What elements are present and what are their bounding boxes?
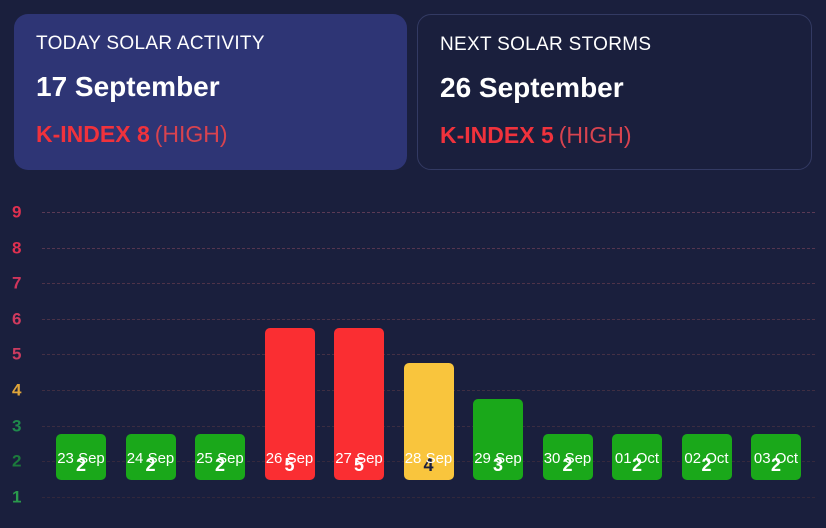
x-axis-tick-label: 28 Sep xyxy=(404,450,453,467)
x-axis-tick-label: 24 Sep xyxy=(126,450,175,467)
y-axis-tick-label: 8 xyxy=(12,238,22,258)
card-date: 26 September xyxy=(440,72,624,103)
card-title: TODAY SOLAR ACTIVITY xyxy=(36,33,265,54)
y-axis-tick-label: 9 xyxy=(12,202,22,222)
y-axis-tick-label: 3 xyxy=(12,416,22,436)
y-axis-tick-label: 7 xyxy=(12,273,22,293)
summary-cards-row: TODAY SOLAR ACTIVITY 17 September K-INDE… xyxy=(0,0,826,170)
kindex-bar-chart: 9 8 7 6 5 4 3 2 1 2 23 Sep 2 24 Sep 2 25 Sep 5 26 Sep 5 2… xyxy=(0,170,826,528)
x-axis-tick-label: 23 Sep xyxy=(57,450,105,467)
card-kindex-value: K-INDEX 8 xyxy=(36,121,150,147)
card-kindex-line: K-INDEX 8 (HIGH) xyxy=(36,123,385,146)
card-date: 17 September xyxy=(36,71,220,102)
x-axis-tick-label: 03 Oct xyxy=(753,450,799,467)
x-axis-tick-label: 30 Sep xyxy=(543,450,592,467)
card-title: NEXT SOLAR STORMS xyxy=(440,34,652,55)
chart-plot-area: 2 23 Sep 2 24 Sep 2 25 Sep 5 26 Sep 5 27 Sep 4 28 S… xyxy=(56,170,816,528)
card-kindex-level: (HIGH) xyxy=(154,121,228,147)
x-axis-tick-label: 25 Sep xyxy=(196,450,244,467)
x-axis-tick-label: 02 Oct xyxy=(684,450,729,467)
card-next-solar-storms[interactable]: NEXT SOLAR STORMS 26 September K-INDEX 5… xyxy=(417,14,812,170)
y-axis-tick-label: 4 xyxy=(12,380,22,400)
y-axis-tick-label: 6 xyxy=(12,309,22,329)
y-axis-tick-label: 5 xyxy=(12,344,22,364)
x-axis-tick-label: 26 Sep xyxy=(265,450,314,467)
x-axis-tick-label: 27 Sep xyxy=(335,450,383,467)
card-kindex-value: K-INDEX 5 xyxy=(440,122,554,148)
y-axis-tick-label: 2 xyxy=(12,451,22,471)
y-axis-tick-label: 1 xyxy=(12,487,22,507)
x-axis-tick-label: 29 Sep xyxy=(474,450,522,467)
card-today-solar-activity[interactable]: TODAY SOLAR ACTIVITY 17 September K-INDE… xyxy=(14,14,407,170)
card-kindex-level: (HIGH) xyxy=(558,122,632,148)
x-axis-tick-label: 01 Oct xyxy=(614,450,660,467)
card-kindex-line: K-INDEX 5 (HIGH) xyxy=(440,124,789,147)
